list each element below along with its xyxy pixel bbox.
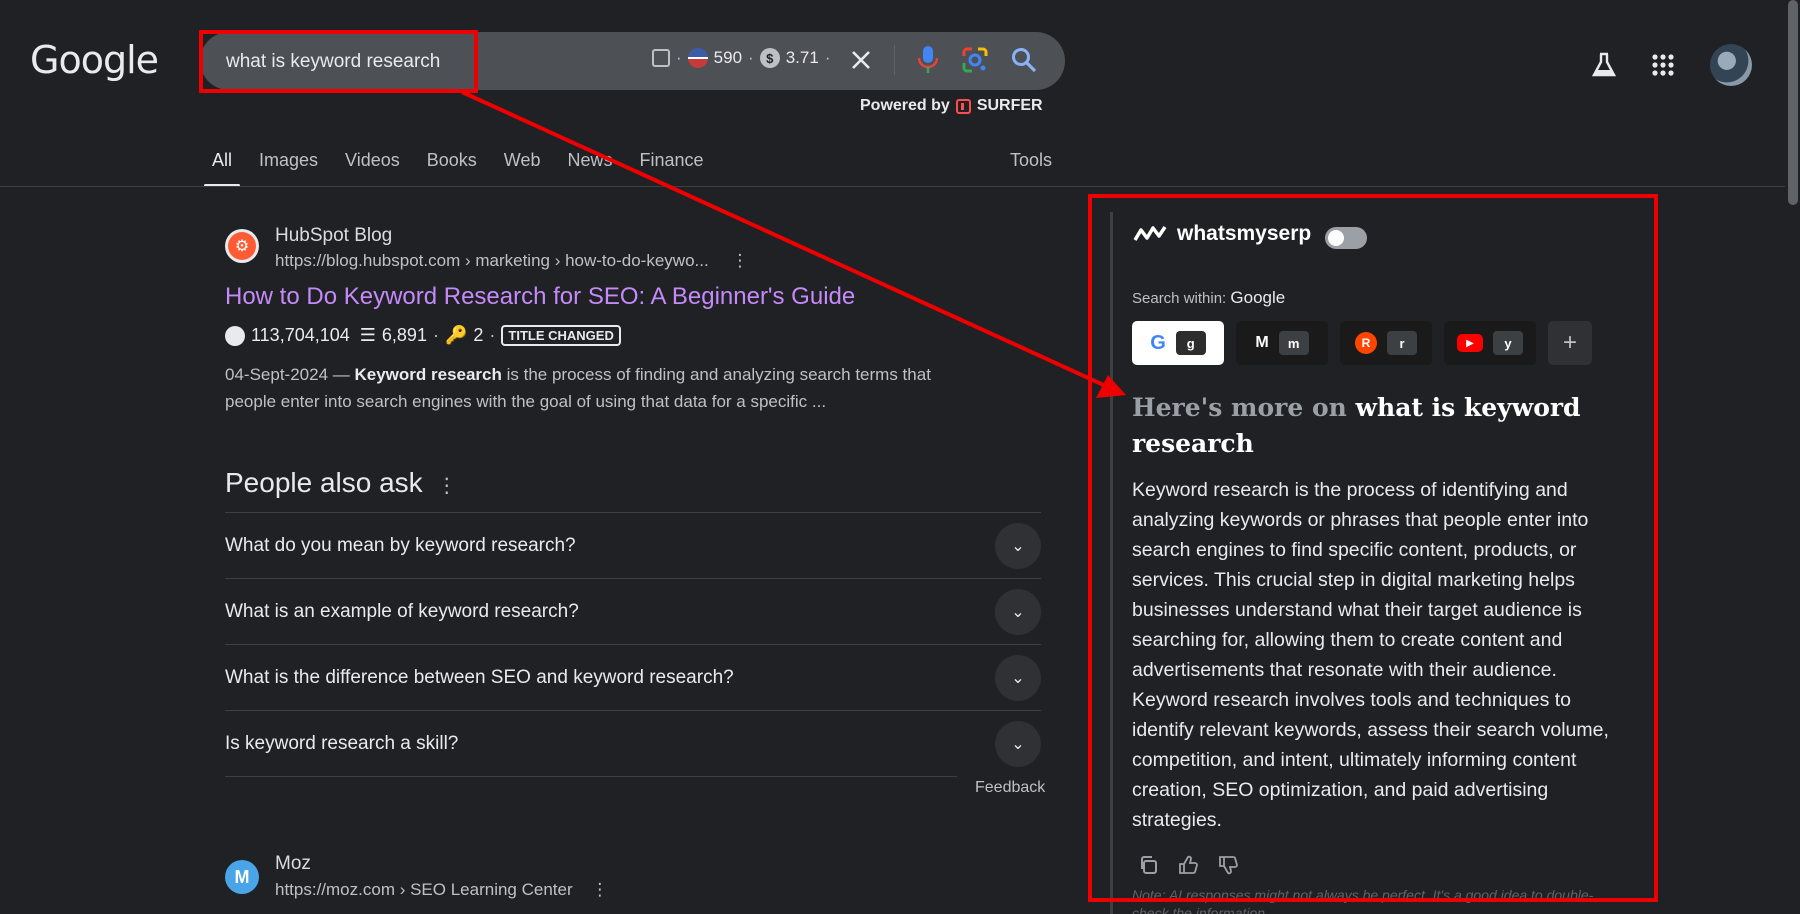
tab-books[interactable]: Books	[427, 150, 477, 171]
checkbox-icon[interactable]	[652, 49, 670, 67]
paa-question-text: What is the difference between SEO and k…	[225, 666, 734, 688]
powered-by-label: Powered by	[860, 97, 950, 114]
moz-url-text: https://moz.com › SEO Learning Center	[275, 880, 573, 899]
result-title-link[interactable]: How to Do Keyword Research for SEO: A Be…	[225, 283, 855, 311]
tab-finance[interactable]: Finance	[640, 150, 704, 171]
chevron-down-icon[interactable]: ⌄	[995, 655, 1041, 701]
dot-separator: ·	[748, 48, 754, 67]
search-bar-icons	[850, 45, 1037, 75]
result-date: 04-Sept-2024 —	[225, 365, 350, 384]
paa-question[interactable]: Is keyword research a skill? ⌄	[225, 710, 1041, 776]
dot-separator: ·	[676, 48, 682, 67]
paa-question-text: Is keyword research a skill?	[225, 732, 459, 754]
result-url-text: https://blog.hubspot.com › marketing › h…	[275, 251, 709, 270]
tab-images[interactable]: Images	[259, 150, 318, 171]
paa-question-text: What is an example of keyword research?	[225, 600, 579, 622]
us-flag-icon	[687, 48, 708, 68]
chevron-down-icon[interactable]: ⌄	[995, 523, 1041, 569]
title-changed-badge: TITLE CHANGED	[501, 325, 621, 346]
paa-title-text: People also ask	[225, 467, 423, 498]
people-also-ask: What do you mean by keyword research? ⌄ …	[225, 512, 1041, 777]
hubspot-logo-icon: ⚙	[228, 232, 256, 260]
paa-divider	[225, 776, 957, 777]
powered-by-surfer[interactable]: Powered by SURFER	[860, 97, 1043, 115]
links-icon: 🔑	[444, 325, 468, 345]
google-logo[interactable]: Google	[30, 38, 159, 82]
feedback-link[interactable]: Feedback	[975, 779, 1045, 797]
tab-web[interactable]: Web	[504, 150, 541, 171]
dot-separator: ·	[432, 325, 439, 345]
links-value: 2	[473, 325, 484, 345]
moz-url[interactable]: https://moz.com › SEO Learning Center ⋮	[275, 880, 608, 900]
moz-more-options-icon[interactable]: ⋮	[591, 880, 608, 899]
google-lens-icon[interactable]	[961, 46, 989, 74]
paa-question[interactable]: What is the difference between SEO and k…	[225, 644, 1041, 710]
words-icon: ☰	[359, 325, 376, 345]
paa-question-text: What do you mean by keyword research?	[225, 534, 576, 556]
snippet-bold: Keyword research	[354, 365, 502, 384]
paa-question[interactable]: What is an example of keyword research? …	[225, 578, 1041, 644]
clear-icon[interactable]	[850, 49, 872, 71]
apps-grid-icon[interactable]	[1652, 54, 1674, 76]
hubspot-favicon: ⚙	[225, 229, 259, 263]
result-snippet: 04-Sept-2024 — Keyword research is the p…	[225, 361, 985, 415]
surfer-label: SURFER	[976, 97, 1043, 114]
page-scrollbar[interactable]	[1788, 0, 1798, 205]
header-actions	[1592, 44, 1752, 86]
dot-separator: ·	[489, 325, 496, 345]
dot-separator: ·	[824, 48, 831, 67]
account-avatar[interactable]	[1710, 44, 1752, 86]
chevron-down-icon[interactable]: ⌄	[995, 589, 1041, 635]
tools-button[interactable]: Tools	[1010, 150, 1052, 171]
search-tabs: All Images Videos Books Web News Finance	[203, 150, 704, 187]
words-value: 6,891	[381, 325, 427, 345]
labs-flask-icon[interactable]	[1592, 52, 1616, 78]
cpc-value: 3.71	[785, 48, 819, 67]
header-divider	[0, 186, 1785, 187]
traffic-icon	[225, 325, 245, 346]
result-metrics: 113,704,104 ☰ 6,891 · 🔑 2 · TITLE CHANGE…	[225, 325, 621, 346]
surfer-logo-icon	[955, 98, 971, 114]
traffic-value: 113,704,104	[251, 325, 350, 345]
divider	[894, 45, 895, 75]
chevron-down-icon[interactable]: ⌄	[995, 721, 1041, 767]
paa-question[interactable]: What do you mean by keyword research? ⌄	[225, 512, 1041, 578]
tab-all[interactable]: All	[203, 150, 241, 187]
surfer-metrics: · 590 · $ 3.71 ·	[652, 48, 830, 68]
search-volume: 590	[713, 48, 743, 67]
annotation-box-panel	[1088, 194, 1658, 902]
microphone-icon[interactable]	[917, 45, 939, 75]
result-more-options-icon[interactable]: ⋮	[731, 251, 748, 270]
paa-more-icon[interactable]: ⋮	[437, 475, 457, 497]
dollar-icon: $	[759, 48, 780, 68]
tab-news[interactable]: News	[567, 150, 612, 171]
moz-favicon: M	[225, 860, 259, 894]
result-site-name[interactable]: HubSpot Blog	[275, 225, 392, 247]
annotation-box-query	[199, 30, 478, 93]
paa-heading: People also ask ⋮	[225, 467, 457, 499]
tab-videos[interactable]: Videos	[345, 150, 400, 171]
moz-site-name[interactable]: Moz	[275, 853, 311, 875]
result-url[interactable]: https://blog.hubspot.com › marketing › h…	[275, 251, 748, 271]
search-icon[interactable]	[1011, 47, 1037, 73]
